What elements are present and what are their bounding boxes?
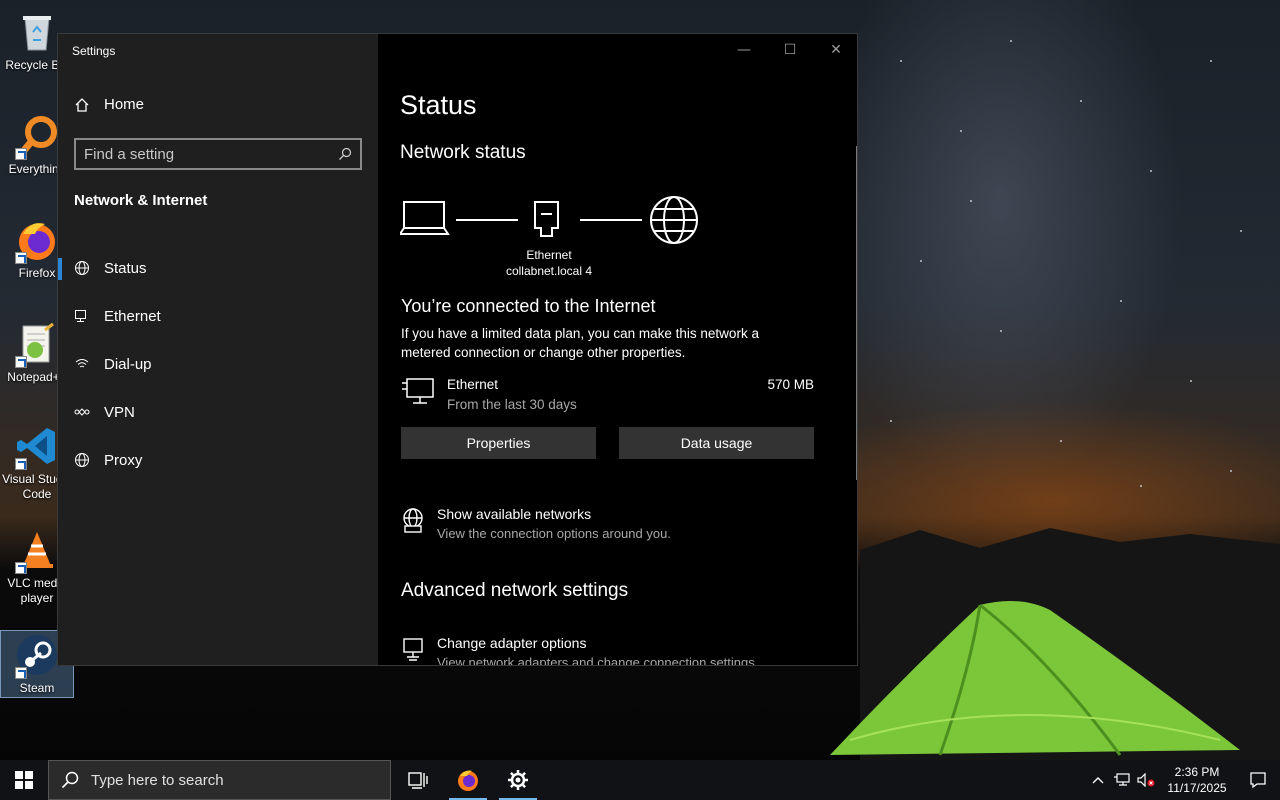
connection-period: From the last 30 days — [447, 397, 577, 412]
search-icon — [339, 147, 352, 160]
windows-logo-icon — [15, 771, 33, 789]
sidebar-item-vpn[interactable]: VPN — [58, 388, 378, 436]
window-controls: — ☐ ✕ — [721, 34, 857, 66]
connection-name: Ethernet — [447, 377, 499, 392]
start-button[interactable] — [0, 760, 48, 800]
adapter-options-desc: View network adapters and change connect… — [437, 655, 759, 666]
laptop-icon — [400, 201, 450, 235]
home-label: Home — [104, 96, 145, 113]
ethernet-port-icon — [534, 201, 559, 237]
connection-usage: 570 MB — [767, 377, 814, 392]
notification-icon — [1250, 772, 1266, 789]
glowing-tent — [830, 601, 1240, 756]
task-view-button[interactable] — [393, 760, 443, 800]
taskbar-firefox-button[interactable] — [443, 760, 493, 800]
properties-button[interactable]: Properties — [401, 427, 596, 459]
taskbar-clock[interactable]: 2:36 PM 11/17/2025 — [1158, 764, 1236, 796]
shortcut-arrow-icon — [15, 667, 27, 679]
taskbar-settings-button[interactable] — [493, 760, 543, 800]
maximize-button[interactable]: ☐ — [767, 34, 813, 66]
show-available-networks-link[interactable]: Show available networks View the connect… — [401, 506, 821, 548]
show-networks-title: Show available networks — [437, 506, 592, 522]
task-view-icon — [408, 772, 428, 789]
network-tray-button[interactable] — [1110, 760, 1134, 800]
window-title: Settings — [72, 44, 116, 58]
firefox-icon — [458, 770, 478, 791]
sidebar-item-proxy[interactable]: Proxy — [58, 436, 378, 484]
shortcut-arrow-icon — [15, 356, 27, 368]
volume-tray-button[interactable] — [1134, 760, 1158, 800]
network-status-heading: Network status — [400, 142, 526, 163]
find-setting-search[interactable] — [74, 138, 362, 170]
internet-globe-icon — [650, 196, 698, 244]
clock-time: 2:36 PM — [1174, 765, 1220, 779]
notepad-plus-plus-icon — [15, 322, 59, 368]
chevron-up-icon — [1092, 777, 1104, 784]
vlc-icon — [15, 528, 59, 574]
advanced-network-settings-heading: Advanced network settings — [401, 580, 629, 601]
vpn-icon — [74, 408, 90, 416]
recycle-bin-icon — [15, 10, 59, 54]
show-networks-desc: View the connection options around you. — [437, 526, 671, 541]
clock-date: 11/17/2025 — [1167, 781, 1227, 795]
taskbar-search[interactable] — [48, 760, 391, 800]
home-link[interactable]: Home — [74, 96, 144, 113]
connected-description: If you have a limited data plan, you can… — [401, 326, 759, 360]
sidebar-item-label: Status — [104, 259, 147, 277]
sidebar-item-label: Ethernet — [104, 307, 161, 325]
find-setting-input[interactable] — [84, 145, 338, 163]
sidebar-item-status[interactable]: Status — [58, 244, 378, 292]
ethernet-icon — [75, 310, 86, 322]
volume-muted-icon — [1137, 773, 1155, 787]
ethernet-pc-icon — [402, 378, 434, 404]
sidebar-nav: Status Ethernet Dial-up VPN Proxy — [58, 244, 378, 484]
data-usage-button[interactable]: Data usage — [619, 427, 814, 459]
diagram-adapter-name: Ethernet — [526, 248, 572, 262]
sidebar-item-ethernet[interactable]: Ethernet — [58, 292, 378, 340]
scrollbar[interactable] — [856, 146, 857, 480]
vscode-icon — [15, 424, 59, 470]
sidebar-item-label: Proxy — [104, 451, 143, 469]
close-button[interactable]: ✕ — [813, 34, 857, 66]
home-icon — [75, 97, 89, 112]
minimize-button[interactable]: — — [721, 34, 767, 66]
steam-icon — [15, 633, 59, 679]
action-center-button[interactable] — [1236, 760, 1280, 800]
shortcut-arrow-icon — [15, 562, 27, 574]
adapter-options-title: Change adapter options — [437, 635, 587, 651]
shortcut-arrow-icon — [15, 148, 27, 160]
proxy-globe-icon — [75, 453, 89, 467]
sidebar-item-dial-up[interactable]: Dial-up — [58, 340, 378, 388]
search-icon — [61, 771, 79, 789]
dial-up-icon — [75, 359, 89, 368]
system-tray: 2:36 PM 11/17/2025 — [1086, 760, 1280, 800]
gear-icon — [508, 770, 528, 790]
adapter-options-icon — [403, 638, 423, 661]
diagram-network-name: collabnet.local 4 — [505, 264, 593, 278]
connected-title: You’re connected to the Internet — [401, 296, 656, 316]
change-adapter-options-link[interactable]: Change adapter options View network adap… — [401, 635, 821, 666]
show-hidden-icons-button[interactable] — [1086, 760, 1110, 800]
taskbar: 2:36 PM 11/17/2025 — [0, 760, 1280, 800]
sidebar-item-label: Dial-up — [104, 355, 152, 373]
page-title: Status — [400, 90, 477, 120]
taskbar-search-input[interactable] — [91, 771, 371, 789]
firefox-icon — [15, 218, 59, 264]
sidebar-item-label: VPN — [104, 403, 135, 421]
settings-window: Settings Home Network & Internet Status … — [57, 33, 858, 666]
network-wired-icon — [1114, 773, 1130, 786]
connection-usage-row: Ethernet From the last 30 days 570 MB — [401, 377, 814, 419]
main-content: — ☐ ✕ Status Network status Ethernet col… — [378, 34, 857, 666]
everything-search-icon — [15, 114, 59, 160]
section-title: Network & Internet — [74, 192, 208, 209]
shortcut-arrow-icon — [15, 252, 27, 264]
available-networks-icon — [403, 508, 423, 533]
sidebar: Settings Home Network & Internet Status … — [58, 34, 378, 665]
shortcut-arrow-icon — [15, 458, 27, 470]
desktop-icon-label: Steam — [19, 681, 55, 695]
status-globe-icon — [75, 261, 89, 275]
